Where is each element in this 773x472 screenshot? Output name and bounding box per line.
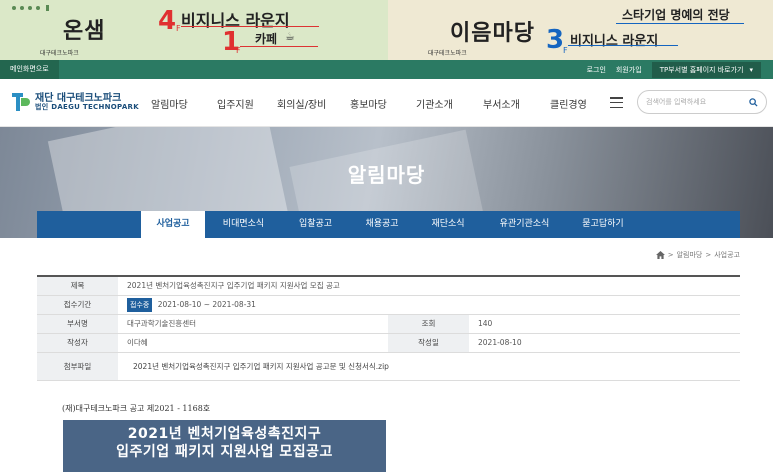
subnav-item-foundation-news[interactable]: 재단소식 bbox=[415, 211, 481, 238]
divider bbox=[616, 23, 744, 24]
notice-poster-banner: 2021년 벤처기업육성촉진지구 입주기업 패키지 지원사업 모집공고 bbox=[63, 420, 386, 472]
floor-unit: F bbox=[563, 46, 568, 55]
nav-item-about[interactable]: 기관소개 bbox=[416, 96, 476, 111]
top-banner: 온샘 4 F 비지니스 라운지 1 F 카페 ☕ 대구테크노파크 이음마당 스타… bbox=[0, 0, 773, 60]
utility-bar: 메인화면으로 로그인 회원가입 TP부서별 홈페이지 바로가기 ▾ bbox=[0, 60, 773, 79]
nav-item-departments[interactable]: 부서소개 bbox=[483, 96, 543, 111]
banner-slide-right[interactable]: 이음마당 스타기업 명예의 전당 3 F 비지니스 라운지 대구테크노파크 bbox=[388, 0, 773, 60]
floor-title: 카페 bbox=[255, 32, 278, 46]
pager-dot[interactable] bbox=[28, 6, 32, 10]
caret-down-icon: ▾ bbox=[749, 65, 753, 74]
period-label: 접수기간 bbox=[37, 295, 118, 315]
logo-text-ko: 재단 대구테크노파크 bbox=[35, 92, 122, 104]
views-label: 조회 bbox=[388, 314, 469, 334]
org-logo-small: 대구테크노파크 bbox=[428, 50, 467, 57]
post-info-table: 제목 2021년 벤처기업육성촉진지구 입주기업 패키지 지원사업 모집 공고 … bbox=[37, 275, 740, 381]
nav-item-clean-management[interactable]: 클린경영 bbox=[550, 96, 610, 111]
status-badge: 접수중 bbox=[127, 297, 153, 312]
tp-logo-icon bbox=[12, 93, 30, 111]
banner-slide-left[interactable]: 온샘 4 F 비지니스 라운지 1 F 카페 ☕ 대구테크노파크 bbox=[0, 0, 388, 60]
date-value: 2021-08-10 bbox=[469, 333, 740, 353]
subnav-item-untact-news[interactable]: 비대면소식 bbox=[205, 211, 282, 238]
views-value: 140 bbox=[469, 314, 740, 334]
post-title: 2021년 벤처기업육성촉진지구 입주기업 패키지 지원사업 모집 공고 bbox=[118, 276, 740, 296]
search-input[interactable] bbox=[646, 98, 741, 106]
poster-line-1: 2021년 벤처기업육성촉진지구 bbox=[127, 426, 322, 442]
pause-icon[interactable] bbox=[46, 5, 49, 11]
search-icon[interactable] bbox=[749, 97, 758, 107]
author-value: 이다혜 bbox=[118, 333, 388, 353]
document-number: (재)대구테크노파크 공고 제2021 - 1168호 bbox=[62, 404, 211, 413]
subnav-item-related-org-news[interactable]: 유관기관소식 bbox=[481, 211, 568, 238]
floor-number: 4 bbox=[158, 6, 177, 36]
subnav-item-recruit-notice[interactable]: 채용공고 bbox=[349, 211, 415, 238]
nav-item-pr[interactable]: 홍보마당 bbox=[350, 96, 410, 111]
breadcrumb: > 알림마당 > 사업공고 bbox=[655, 250, 740, 260]
pager-dot[interactable] bbox=[20, 6, 24, 10]
dept-value: 대구과학기술진흥센터 bbox=[118, 314, 388, 334]
nav-item-tenant-support[interactable]: 입주지원 bbox=[217, 96, 277, 111]
subnav-item-qna[interactable]: 묻고답하기 bbox=[568, 211, 638, 238]
floor-number: 3 bbox=[546, 25, 565, 55]
login-link[interactable]: 로그인 bbox=[587, 65, 606, 75]
poster-line-2: 입주기업 패키지 지원사업 모집공고 bbox=[116, 443, 333, 460]
date-label: 작성일 bbox=[388, 333, 469, 353]
table-row: 접수기간 접수중 2021-08-10 ~ 2021-08-31 bbox=[37, 295, 740, 315]
period-value: 2021-08-10 ~ 2021-08-31 bbox=[157, 299, 256, 309]
attach-cell: 2021년 벤처기업육성촉진지구 입주기업 패키지 지원사업 공고문 및 신청서… bbox=[118, 352, 740, 381]
breadcrumb-separator: > bbox=[667, 251, 674, 259]
breadcrumb-level1[interactable]: 알림마당 bbox=[677, 250, 703, 260]
table-row: 제목 2021년 벤처기업육성촉진지구 입주기업 패키지 지원사업 모집 공고 bbox=[37, 276, 740, 296]
breadcrumb-separator: > bbox=[705, 251, 712, 259]
attach-label: 첨부파일 bbox=[37, 352, 118, 381]
dept-label: 부서명 bbox=[37, 314, 118, 334]
floor-unit: F bbox=[236, 46, 241, 55]
org-logo-small: 대구테크노파크 bbox=[40, 50, 79, 57]
search-box bbox=[637, 90, 767, 114]
banner-left-title: 온샘 bbox=[63, 19, 106, 44]
subnav-spacer bbox=[37, 211, 141, 238]
table-row: 첨부파일 2021년 벤처기업육성촉진지구 입주기업 패키지 지원사업 공고문 … bbox=[37, 352, 740, 381]
subnav-item-bid-notice[interactable]: 입찰공고 bbox=[282, 211, 349, 238]
coffee-cup-icon: ☕ bbox=[285, 30, 295, 43]
floor-title: 비지니스 라운지 bbox=[570, 34, 659, 49]
hero-title: 알림마당 bbox=[347, 163, 426, 187]
banner-pager[interactable] bbox=[12, 5, 49, 11]
logo-text-en: 법인 DAEGU TECHNOPARK bbox=[35, 102, 139, 111]
breadcrumb-level2[interactable]: 사업공고 bbox=[714, 250, 740, 260]
tp-site-select-label: TP부서별 홈페이지 바로가기 bbox=[659, 65, 744, 74]
menu-icon[interactable] bbox=[610, 97, 623, 108]
banner-right-top-title: 스타기업 명예의 전당 bbox=[622, 8, 730, 22]
table-row: 작성자 이다혜 작성일 2021-08-10 bbox=[37, 333, 740, 353]
subnav-item-business-notice[interactable]: 사업공고 bbox=[141, 211, 205, 238]
home-link[interactable]: 메인화면으로 bbox=[0, 60, 59, 79]
tp-site-select[interactable]: TP부서별 홈페이지 바로가기 ▾ bbox=[651, 61, 761, 78]
pager-dot[interactable] bbox=[12, 6, 16, 10]
site-header: 재단 대구테크노파크 법인 DAEGU TECHNOPARK 알림마당 입주지원… bbox=[0, 79, 773, 127]
nav-item-notice[interactable]: 알림마당 bbox=[151, 96, 211, 111]
period-cell: 접수중 2021-08-10 ~ 2021-08-31 bbox=[118, 295, 740, 315]
banner-right-title: 이음마당 bbox=[450, 21, 535, 46]
divider bbox=[240, 46, 318, 47]
home-icon[interactable] bbox=[655, 251, 665, 259]
divider bbox=[568, 45, 678, 46]
divider bbox=[181, 26, 319, 27]
join-link[interactable]: 회원가입 bbox=[616, 65, 642, 75]
author-label: 작성자 bbox=[37, 333, 118, 353]
sub-nav: 사업공고 비대면소식 입찰공고 채용공고 재단소식 유관기관소식 묻고답하기 bbox=[37, 211, 740, 238]
pager-dot[interactable] bbox=[36, 6, 40, 10]
attachment-link[interactable]: 2021년 벤처기업육성촉진지구 입주기업 패키지 지원사업 공고문 및 신청서… bbox=[133, 362, 389, 371]
site-logo[interactable]: 재단 대구테크노파크 법인 DAEGU TECHNOPARK bbox=[10, 91, 139, 113]
utility-links: 로그인 회원가입 TP부서별 홈페이지 바로가기 ▾ bbox=[587, 60, 761, 79]
table-row: 부서명 대구과학기술진흥센터 조회 140 bbox=[37, 314, 740, 334]
title-label: 제목 bbox=[37, 276, 118, 296]
floor-unit: F bbox=[176, 24, 181, 33]
nav-item-meeting-room[interactable]: 회의실/장비 bbox=[277, 96, 347, 111]
